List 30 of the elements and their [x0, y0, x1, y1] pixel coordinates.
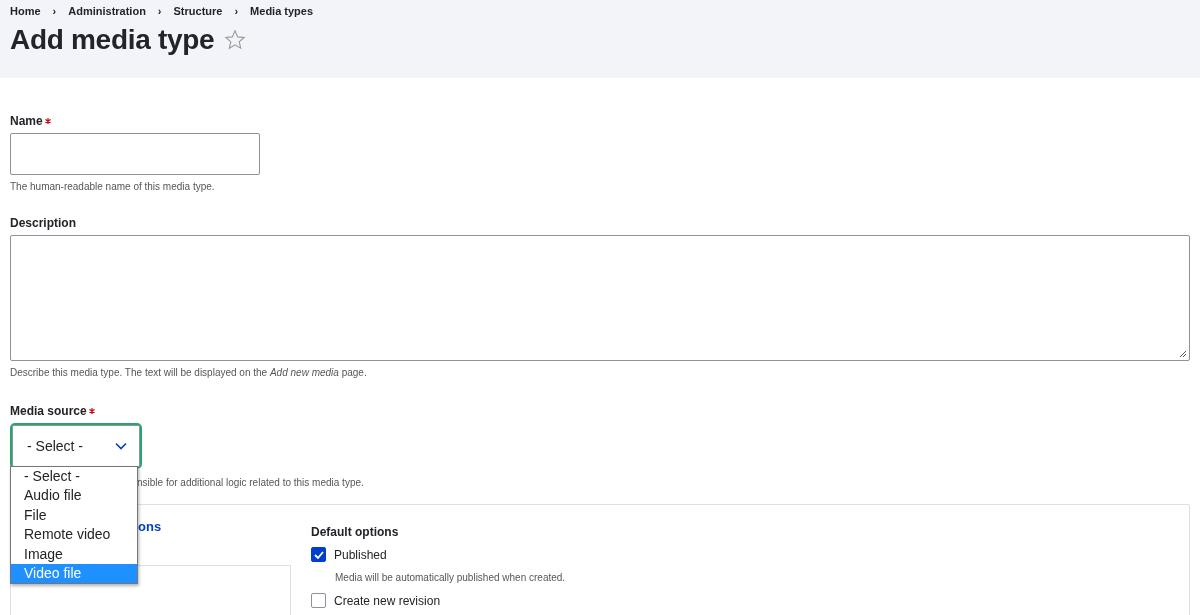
field-label: Description: [10, 216, 76, 230]
section-heading: Default options: [311, 525, 400, 539]
chevron-down-icon: [115, 442, 127, 450]
breadcrumb-separator: ›: [234, 5, 239, 17]
resize-handle-icon[interactable]: [1179, 350, 1187, 358]
dropdown-option[interactable]: File: [11, 505, 137, 526]
breadcrumb-link[interactable]: Structure: [173, 5, 223, 17]
checkbox[interactable]: [311, 593, 326, 608]
media-source-select[interactable]: - Select -: [12, 425, 140, 467]
dropdown-option[interactable]: Remote video: [11, 525, 137, 545]
checkbox-label: Published: [334, 547, 387, 562]
breadcrumb-separator: ›: [157, 5, 162, 17]
breadcrumb-link[interactable]: Administration: [68, 5, 146, 17]
field-label: Name: [10, 114, 43, 128]
breadcrumb-link[interactable]: Home: [10, 5, 41, 17]
star-icon[interactable]: [224, 29, 247, 51]
help-text: Describe this media type. The text will be displayed on the Add new media page.: [10, 367, 368, 378]
breadcrumb-link[interactable]: Media types: [250, 5, 314, 17]
checkbox-label: Create new revision: [334, 593, 441, 608]
help-text: The human-readable name of this media type.: [10, 181, 216, 192]
name-input-field[interactable]: [10, 133, 260, 175]
help-text: nsible for additional logic related to this media type.: [136, 477, 365, 488]
breadcrumb-separator: ›: [52, 5, 57, 17]
dropdown-option[interactable]: Image: [11, 544, 137, 565]
dropdown-option[interactable]: - Select -: [11, 467, 137, 487]
dropdown-option[interactable]: Audio file: [11, 486, 137, 506]
checkbox-description: Media will be automatically published when created.: [335, 572, 567, 583]
page-title: Add media type: [10, 24, 215, 56]
checkbox[interactable]: [311, 547, 326, 562]
field-label: Media source: [10, 404, 87, 418]
